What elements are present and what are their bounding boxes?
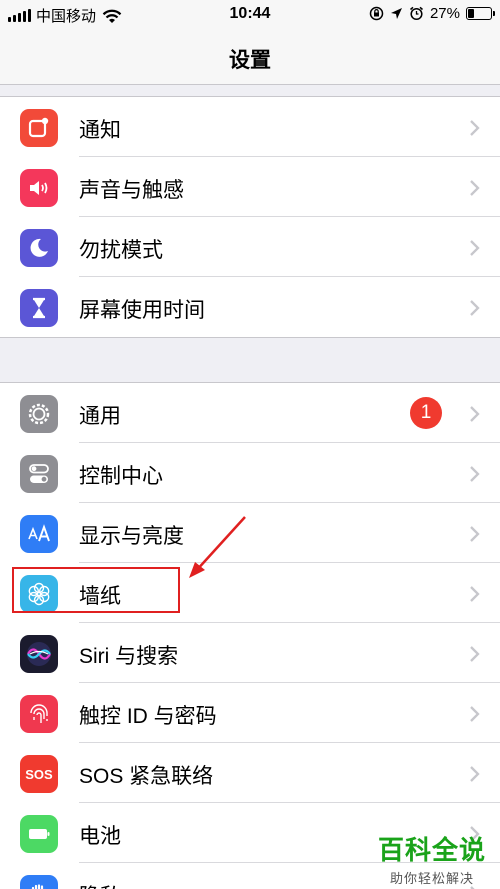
highlight-annotation-box [12,567,180,613]
settings-row-notifications[interactable]: 通知 [0,97,500,157]
row-label: 声音与触感 [79,179,184,202]
chevron-right-icon [470,466,480,482]
settings-row-general[interactable]: 通用 1 [0,383,500,443]
chevron-right-icon [470,526,480,542]
fingerprint-icon [20,695,58,733]
chevron-right-icon [470,406,480,422]
chevron-right-icon [470,646,480,662]
row-label: SOS 紧急联络 [79,765,214,788]
sos-icon: SOS [20,755,58,793]
chevron-right-icon [470,706,480,722]
watermark-subtitle: 助你轻松解决 [389,871,474,886]
settings-row-sounds[interactable]: 声音与触感 [0,157,500,217]
settings-group-1: 通知 声音与触感 勿扰模式 屏幕使用时间 [0,96,500,338]
row-label: 控制中心 [79,465,163,488]
chevron-right-icon [470,586,480,602]
text-size-icon [20,515,58,553]
settings-row-siri[interactable]: Siri 与搜索 [0,623,500,683]
settings-row-do-not-disturb[interactable]: 勿扰模式 [0,217,500,277]
row-label: 屏幕使用时间 [79,299,205,322]
settings-row-emergency-sos[interactable]: SOS SOS 紧急联络 [0,743,500,803]
moon-icon [20,229,58,267]
gear-icon [20,395,58,433]
row-label: Siri 与搜索 [79,645,179,668]
row-label: 显示与亮度 [79,525,184,548]
settings-group-2: 通用 1 控制中心 显示与亮度 墙纸 Siri 与搜索 触控 ID 与密码 SO… [0,382,500,889]
annotation-arrow-icon [189,516,246,578]
settings-row-touch-id[interactable]: 触控 ID 与密码 [0,683,500,743]
alarm-icon [409,6,423,21]
hand-icon [20,875,58,889]
status-bar: 中国移动 10:44 27% [0,0,500,30]
watermark: 百科全说 助你轻松解决 [378,830,486,887]
row-label: 通用 [79,405,121,428]
chevron-right-icon [470,180,480,196]
row-label: 电池 [79,825,121,848]
rotation-lock-icon [369,6,384,21]
chevron-right-icon [470,120,480,136]
settings-row-screen-time[interactable]: 屏幕使用时间 [0,277,500,337]
settings-row-control-center[interactable]: 控制中心 [0,443,500,503]
battery-setting-icon [20,815,58,853]
battery-percent: 27% [429,5,460,22]
hourglass-icon [20,289,58,327]
notifications-icon [20,109,58,147]
row-label: 触控 ID 与密码 [79,705,217,728]
watermark-title: 百科全说 [377,835,486,865]
chevron-right-icon [470,300,480,316]
row-label: 通知 [79,119,121,142]
location-icon [390,8,402,19]
sound-icon [20,169,58,207]
row-label: 隐私 [79,880,121,889]
status-right: 27% [369,5,495,22]
toggles-icon [20,455,58,493]
navigation-bar: 设置 [0,30,500,85]
chevron-right-icon [470,240,480,256]
notification-badge: 1 [410,397,442,429]
row-label: 勿扰模式 [79,239,163,262]
battery-icon [466,7,495,20]
page-title: 设置 [229,49,271,72]
siri-icon [20,635,58,673]
chevron-right-icon [470,766,480,782]
